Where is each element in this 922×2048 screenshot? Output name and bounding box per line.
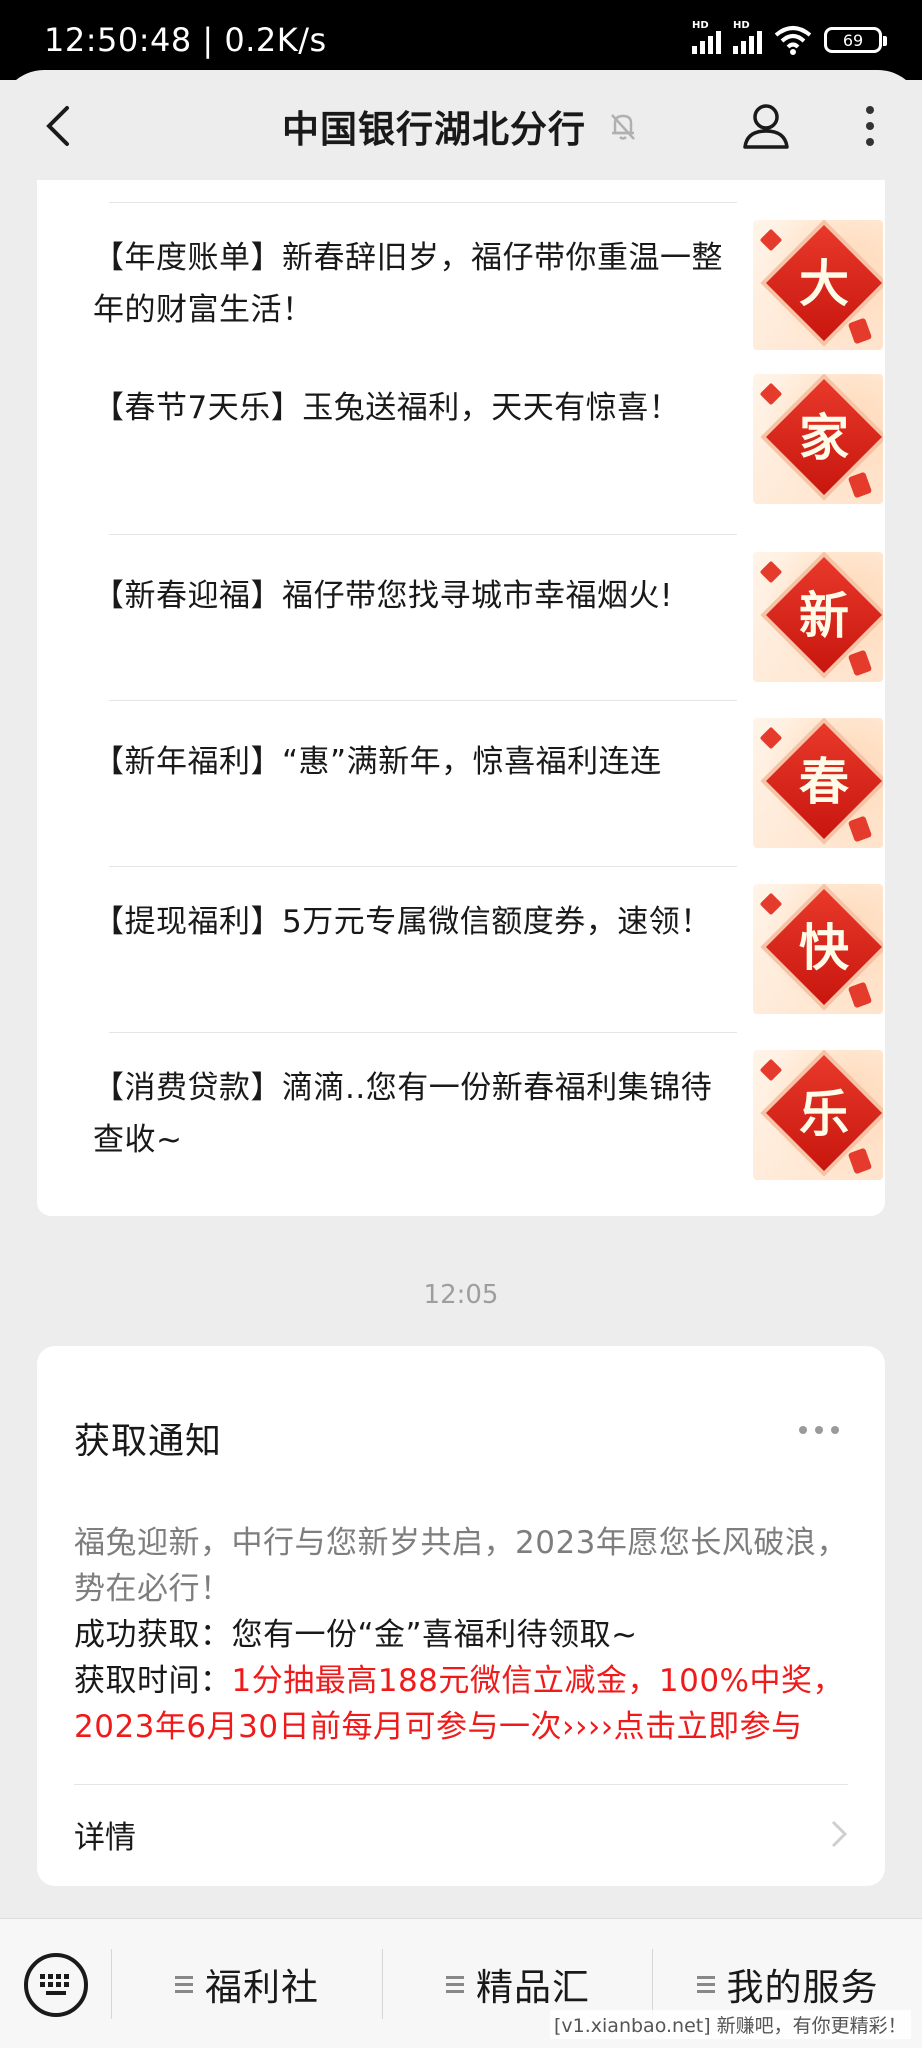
- signal-icon: HD: [692, 20, 721, 54]
- back-icon: [46, 106, 69, 146]
- article-item[interactable]: 【提现福利】5万元专属微信额度券，速领！ 快: [73, 866, 883, 1032]
- signal-icon: HD: [733, 20, 762, 54]
- detail-label: 详情: [74, 1819, 136, 1856]
- divider: [109, 866, 737, 867]
- success-value: 您有一份“金”喜福利待领取~: [231, 1617, 638, 1653]
- thumbnail-character: 家: [799, 408, 849, 467]
- wifi-icon: [774, 26, 812, 55]
- thumbnail-character: 春: [799, 752, 849, 811]
- status-icons: HD HD 69: [692, 20, 887, 55]
- more-icon[interactable]: [850, 98, 890, 154]
- notification-more-icon[interactable]: [799, 1426, 839, 1434]
- back-button[interactable]: [30, 98, 86, 154]
- divider: [109, 202, 737, 203]
- menu-item-products[interactable]: 精品汇: [383, 1949, 653, 2019]
- menu-item-label: 精品汇: [476, 1966, 590, 2009]
- article-title: 【消费贷款】滴滴..您有一份新春福利集锦待查收~: [93, 1070, 713, 1158]
- menu-lines-icon: [446, 1975, 464, 1993]
- menu-item-label: 我的服务: [726, 1966, 879, 2009]
- battery-icon: 69: [824, 27, 887, 53]
- article-title: 【新春迎福】福仔带您找寻城市幸福烟火!: [93, 578, 673, 614]
- profile-button[interactable]: [738, 96, 794, 156]
- mute-bell-icon: [611, 114, 635, 140]
- article-item[interactable]: 【春节7天乐】玉兔送福利，天天有惊喜！ 家: [73, 368, 883, 534]
- article-title: 【年度账单】新春辞旧岁，福仔带你重温一整年的财富生活！: [93, 240, 723, 328]
- chat-header: 中国银行湖北分行: [0, 70, 922, 182]
- article-item[interactable]: 【年度账单】新春辞旧岁，福仔带你重温一整年的财富生活！ 大: [73, 202, 883, 368]
- article-title: 【新年福利】“惠”满新年，惊喜福利连连: [93, 744, 662, 780]
- header-title-wrap: 中国银行湖北分行: [282, 99, 640, 153]
- article-title: 【提现福利】5万元专属微信额度券，速领！: [93, 904, 712, 940]
- menu-item-my-services[interactable]: 我的服务: [653, 1949, 922, 2019]
- thumbnail-character: 新: [799, 586, 849, 645]
- notification-intro: 福兔迎新，中行与您新岁共启，2023年愿您长风破浪，势在必行！: [74, 1525, 848, 1607]
- divider: [109, 1032, 737, 1033]
- thumbnail-character: 大: [799, 254, 849, 313]
- menu-item-welfare[interactable]: 福利社: [112, 1949, 382, 2019]
- article-thumbnail: 快: [753, 884, 883, 1014]
- menu-lines-icon: [175, 1975, 193, 1993]
- article-card[interactable]: 【年度账单】新春辞旧岁，福仔带你重温一整年的财富生活！ 大 【春节7天乐】玉兔送…: [37, 180, 885, 1216]
- chevron-right-icon: [831, 1820, 848, 1848]
- notification-card[interactable]: 获取通知 福兔迎新，中行与您新岁共启，2023年愿您长风破浪，势在必行！ 成功获…: [37, 1346, 885, 1886]
- divider: [74, 1784, 848, 1785]
- message-timestamp: 12:05: [423, 1280, 499, 1310]
- article-title: 【春节7天乐】玉兔送福利，天天有惊喜！: [93, 390, 681, 426]
- watermark: [v1.xianbao.net] 新赚吧，有你更精彩！: [550, 2010, 911, 2039]
- divider: [109, 534, 737, 535]
- status-time-speed: 12:50:48 | 0.2K/s: [44, 21, 327, 59]
- article-item[interactable]: 【新春迎福】福仔带您找寻城市幸福烟火! 新: [73, 534, 883, 700]
- article-thumbnail: 新: [753, 552, 883, 682]
- profile-icon: [743, 104, 789, 149]
- time-label: 获取时间：: [74, 1663, 232, 1699]
- notification-success-row: 成功获取：您有一份“金”喜福利待领取~: [74, 1612, 864, 1658]
- article-thumbnail: 家: [753, 374, 883, 504]
- thumbnail-character: 快: [799, 918, 849, 977]
- success-label: 成功获取：: [74, 1617, 232, 1653]
- keyboard-toggle-button[interactable]: [24, 1953, 88, 2017]
- detail-link[interactable]: 详情: [74, 1786, 848, 1882]
- article-thumbnail: 春: [753, 718, 883, 848]
- notification-title: 获取通知: [74, 1421, 223, 1462]
- article-item[interactable]: 【新年福利】“惠”满新年，惊喜福利连连 春: [73, 700, 883, 866]
- menu-item-label: 福利社: [205, 1966, 319, 2009]
- notification-time-row: 获取时间：1分抽最高188元微信立减金，100%中奖，2023年6月30日前每月…: [74, 1658, 864, 1750]
- thumbnail-character: 乐: [799, 1084, 849, 1143]
- article-thumbnail: 乐: [753, 1050, 883, 1180]
- status-bar: 12:50:48 | 0.2K/s HD HD 69: [0, 0, 922, 80]
- page-title: 中国银行湖北分行: [282, 108, 586, 151]
- divider: [109, 700, 737, 701]
- article-item[interactable]: 【消费贷款】滴滴..您有一份新春福利集锦待查收~ 乐: [73, 1032, 883, 1198]
- article-thumbnail: 大: [753, 220, 883, 350]
- keyboard-icon: [40, 1974, 69, 1995]
- battery-level: 69: [842, 30, 864, 50]
- menu-lines-icon: [696, 1975, 715, 1993]
